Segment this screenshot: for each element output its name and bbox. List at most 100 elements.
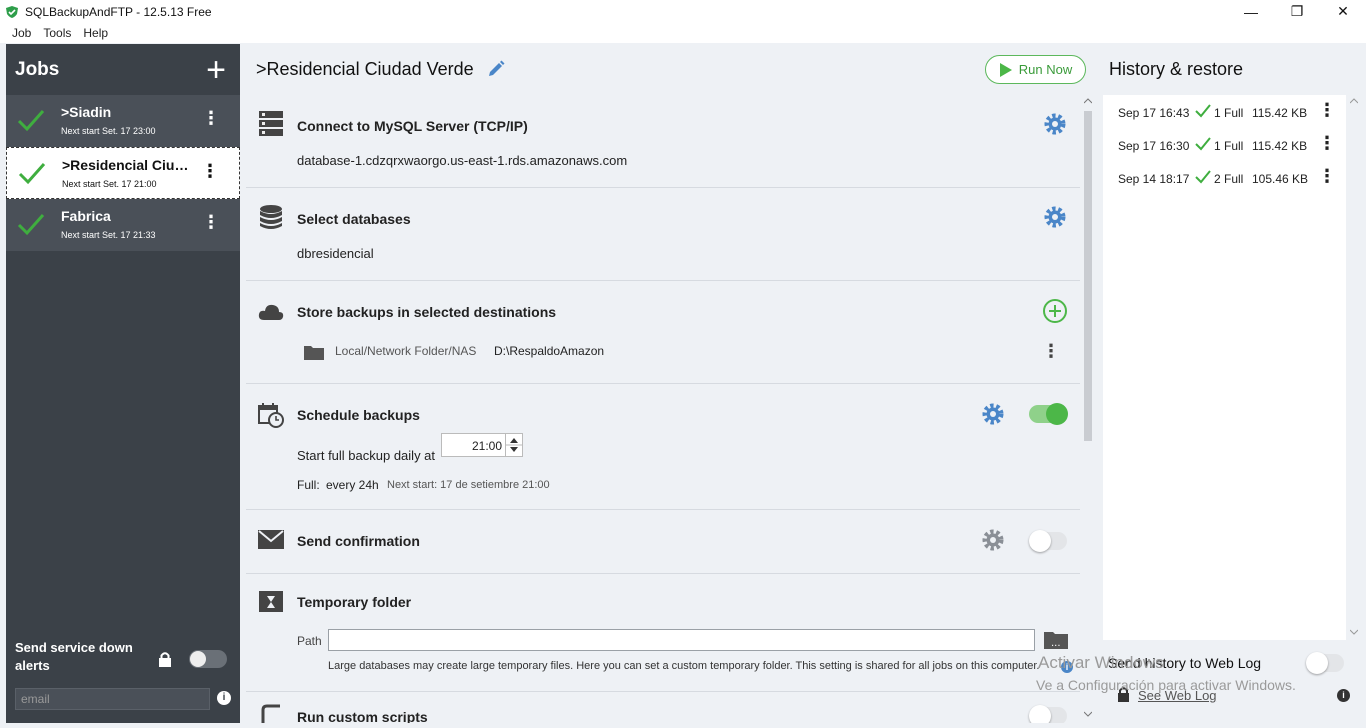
full-value: every 24h (326, 478, 379, 492)
next-start: Next start: 17 de setiembre 21:00 (387, 479, 550, 491)
databases-section: Select databases dbresidencial (246, 188, 1080, 281)
edit-pencil-icon[interactable] (486, 59, 506, 79)
databases-value: dbresidencial (297, 246, 374, 261)
gear-icon[interactable] (980, 527, 1006, 553)
scripts-toggle[interactable] (1029, 705, 1067, 723)
scroll-down-icon[interactable] (1350, 629, 1358, 635)
hourglass-folder-icon (259, 591, 283, 612)
add-job-icon[interactable]: + (206, 53, 226, 87)
stepper-arrows-icon[interactable] (505, 434, 522, 456)
info-icon[interactable]: i (1337, 689, 1350, 702)
server-icon (259, 111, 283, 136)
history-panel: History & restore Sep 17 16:43 1 Full 11… (1100, 44, 1362, 723)
history-size: 115.42 KB (1252, 139, 1308, 153)
minimize-button[interactable]: — (1228, 0, 1274, 23)
history-row[interactable]: Sep 17 16:30 1 Full 115.42 KB ⋮ (1103, 130, 1346, 160)
window-title: SQLBackupAndFTP - 12.5.13 Free (25, 4, 212, 19)
connect-title: Connect to MySQL Server (TCP/IP) (297, 118, 528, 134)
job-menu-icon[interactable]: ⋮ (202, 213, 220, 231)
menu-tools[interactable]: Tools (43, 26, 71, 40)
confirmation-toggle[interactable] (1029, 530, 1067, 552)
svg-text:...: ... (1051, 638, 1061, 649)
path-label: Path (297, 634, 322, 648)
scroll-down-icon[interactable] (1084, 711, 1092, 717)
destination-type: Local/Network Folder/NAS (335, 344, 477, 358)
history-type: 2 Full (1214, 172, 1244, 186)
time-stepper[interactable]: 21:00 (441, 433, 523, 457)
job-item-residencial[interactable]: >Residencial Ciud... Next start Set. 17 … (6, 147, 240, 199)
confirmation-section: Send confirmation (246, 510, 1080, 574)
job-name: Fabrica (61, 208, 111, 224)
destination-menu-icon[interactable]: ⋮ (1042, 341, 1060, 362)
calendar-clock-icon (258, 403, 284, 428)
scroll-thumb[interactable] (1084, 111, 1092, 441)
activation-watermark-title: Activar Windows (1038, 653, 1164, 672)
browse-folder-icon[interactable]: ... (1043, 629, 1069, 651)
job-menu-icon[interactable]: ⋮ (201, 162, 219, 180)
job-title: >Residencial Ciudad Verde (256, 58, 474, 79)
email-field[interactable]: email (15, 688, 210, 710)
job-name: >Siadin (61, 104, 112, 120)
cloud-icon (258, 304, 284, 320)
gear-icon[interactable] (1042, 204, 1068, 230)
history-size: 115.42 KB (1252, 106, 1308, 120)
history-menu-icon[interactable]: ⋮ (1318, 167, 1336, 185)
success-check-icon (18, 163, 46, 185)
temp-title: Temporary folder (297, 594, 412, 610)
app-frame: Jobs + >Siadin Next start Set. 17 23:00 … (0, 43, 1366, 728)
weblog-toggle[interactable] (1306, 652, 1344, 674)
gear-icon[interactable] (1042, 111, 1068, 137)
success-check-icon (1195, 137, 1211, 151)
history-menu-icon[interactable]: ⋮ (1318, 101, 1336, 119)
info-icon[interactable]: i (217, 691, 231, 705)
history-scrollbar[interactable] (1348, 95, 1360, 640)
store-title: Store backups in selected destinations (297, 304, 557, 320)
service-alerts-panel: Send service down alerts email i (6, 625, 240, 723)
connect-host: database-1.cdzqrxwaorgo.us-east-1.rds.am… (297, 153, 628, 168)
schedule-toggle[interactable] (1029, 403, 1068, 425)
connect-section: Connect to MySQL Server (TCP/IP) databas… (246, 95, 1080, 188)
job-item-fabrica[interactable]: Fabrica Next start Set. 17 21:33 ⋮ (6, 199, 240, 251)
activation-watermark-text: Ve a Configuración para activar Windows. (1036, 677, 1296, 693)
settings-sections: Connect to MySQL Server (TCP/IP) databas… (246, 95, 1080, 723)
jobs-header: Jobs + (6, 44, 240, 95)
close-button[interactable]: ✕ (1320, 0, 1366, 23)
job-name: >Residencial Ciud... (62, 157, 194, 173)
databases-title: Select databases (297, 211, 411, 227)
success-check-icon (17, 214, 45, 236)
job-menu-icon[interactable]: ⋮ (202, 109, 220, 127)
scroll-up-icon[interactable] (1350, 98, 1358, 104)
history-row[interactable]: Sep 14 18:17 2 Full 105.46 KB ⋮ (1103, 163, 1346, 193)
menu-job[interactable]: Job (12, 26, 31, 40)
service-alert-toggle[interactable] (189, 650, 227, 668)
run-now-button[interactable]: Run Now (985, 55, 1086, 84)
temp-path-input[interactable] (328, 629, 1035, 651)
job-next-start: Next start Set. 17 23:00 (61, 126, 156, 136)
start-label: Start full backup daily at (297, 448, 436, 463)
add-destination-icon[interactable] (1042, 298, 1068, 324)
service-alert-label: Send service down alerts (15, 640, 133, 673)
schedule-title: Schedule backups (297, 407, 420, 423)
gear-icon[interactable] (980, 401, 1006, 427)
app-shield-icon (6, 5, 18, 18)
history-date: Sep 17 16:30 (1118, 139, 1190, 153)
temp-folder-section: Temporary folder Path ... Large database… (246, 574, 1080, 692)
jobs-sidebar: Jobs + >Siadin Next start Set. 17 23:00 … (6, 44, 240, 723)
main-scrollbar[interactable] (1082, 95, 1094, 723)
job-next-start: Next start Set. 17 21:33 (61, 230, 156, 240)
full-label: Full: (297, 478, 320, 492)
history-menu-icon[interactable]: ⋮ (1318, 134, 1336, 152)
destination-path: D:\RespaldoAmazon (494, 344, 605, 358)
history-row[interactable]: Sep 17 16:43 1 Full 115.42 KB ⋮ (1103, 97, 1346, 127)
scripts-section: Run custom scripts (246, 692, 1080, 723)
folder-icon (304, 346, 324, 360)
menu-help[interactable]: Help (83, 26, 108, 40)
success-check-icon (1195, 104, 1211, 118)
restore-button[interactable]: ❐ (1274, 0, 1320, 23)
job-item-siadin[interactable]: >Siadin Next start Set. 17 23:00 ⋮ (6, 95, 240, 147)
history-title: History & restore (1109, 58, 1244, 79)
temp-note: Large databases may create large tempora… (328, 660, 1040, 672)
history-list: Sep 17 16:43 1 Full 115.42 KB ⋮ Sep 17 1… (1103, 95, 1346, 640)
scroll-up-icon[interactable] (1084, 98, 1092, 104)
database-icon (260, 205, 282, 229)
